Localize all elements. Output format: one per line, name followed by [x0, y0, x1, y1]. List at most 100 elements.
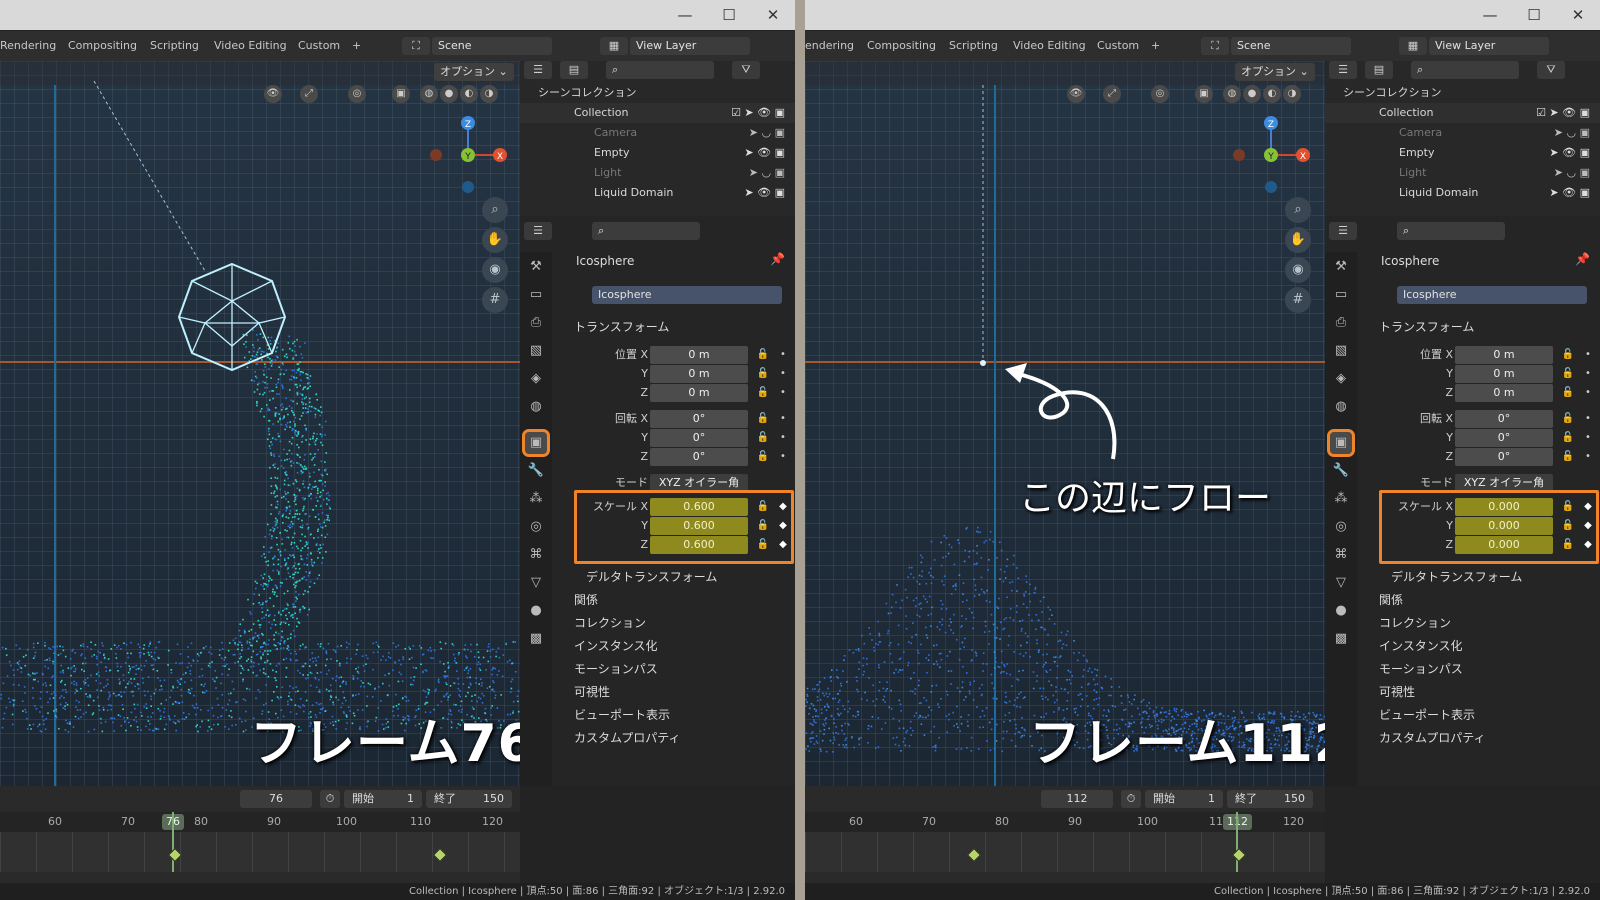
section-instancing[interactable]: インスタンス化: [1357, 635, 1600, 657]
tab-scripting[interactable]: Scripting: [150, 39, 199, 55]
section-viewport-display[interactable]: ビューポート表示: [1357, 704, 1600, 726]
rotation-mode-dropdown[interactable]: XYZ オイラー角: [1455, 474, 1553, 492]
scene-field[interactable]: Scene: [432, 37, 552, 55]
object-name-field[interactable]: Icosphere: [592, 286, 782, 304]
data-tab-icon[interactable]: ▽: [1330, 572, 1352, 594]
tab-custom[interactable]: Custom: [298, 39, 340, 55]
scene-icon[interactable]: ⛶: [402, 37, 430, 55]
empty-visibility-icon[interactable]: ➤ 👁 ▣: [1549, 143, 1590, 163]
display-mode-icon[interactable]: ▤: [1365, 61, 1393, 79]
end-frame-field[interactable]: 終了 150: [426, 790, 512, 808]
particles-tab-icon[interactable]: ⁂: [525, 488, 547, 510]
outliner-item-empty[interactable]: Empty ➤ 👁 ▣: [1325, 143, 1600, 163]
render-tab-icon[interactable]: ▭: [1330, 284, 1352, 306]
lock-icon[interactable]: 🔓: [756, 536, 770, 554]
outliner-item-light[interactable]: Light ➤ ◡ ▣: [520, 163, 795, 183]
current-frame-field[interactable]: 76: [240, 790, 312, 808]
section-relations[interactable]: 関係: [552, 589, 795, 611]
start-frame-field[interactable]: 開始 1: [1145, 790, 1223, 808]
rotation-y-field[interactable]: 0°: [1455, 429, 1553, 447]
section-custom-properties[interactable]: カスタムプロパティ: [552, 727, 795, 749]
lock-icon[interactable]: 🔓: [1561, 429, 1575, 447]
props-editor-type-icon[interactable]: ☰: [524, 222, 552, 240]
start-frame-field[interactable]: 開始 1: [344, 790, 422, 808]
eye-icon[interactable]: ☑ ➤ 👁 ▣: [1536, 103, 1590, 123]
lock-icon[interactable]: 🔓: [1561, 536, 1575, 554]
empty-visibility-icon[interactable]: ➤ 👁 ▣: [744, 143, 785, 163]
section-viewport-display[interactable]: ビューポート表示: [552, 704, 795, 726]
keyframe-dot-icon[interactable]: •: [776, 429, 790, 447]
section-visibility[interactable]: 可視性: [552, 681, 795, 703]
keyframe-dot-icon[interactable]: •: [1581, 429, 1595, 447]
camera-view-icon[interactable]: ◉: [482, 257, 508, 283]
rotation-z-field[interactable]: 0°: [1455, 448, 1553, 466]
location-x-field[interactable]: 0 m: [1455, 346, 1553, 364]
keyframe-dot-icon[interactable]: •: [776, 410, 790, 428]
data-tab-icon[interactable]: ▽: [525, 572, 547, 594]
rotation-z-field[interactable]: 0°: [650, 448, 748, 466]
zoom-icon[interactable]: ⌕: [1285, 197, 1311, 223]
object-name-field[interactable]: Icosphere: [1397, 286, 1587, 304]
modifier-tab-icon[interactable]: 🔧: [1330, 460, 1352, 482]
lock-icon[interactable]: 🔓: [1561, 365, 1575, 383]
outliner-item-camera[interactable]: Camera ➤ ◡ ▣: [1325, 123, 1600, 143]
texture-tab-icon[interactable]: ▩: [1330, 628, 1352, 650]
filter-icon[interactable]: ⛛: [732, 61, 760, 79]
tool-tab-icon[interactable]: ⚒: [525, 256, 547, 278]
outliner-search-icon[interactable]: ⌕: [1411, 61, 1519, 79]
tab-rendering[interactable]: endering: [805, 39, 854, 55]
view-layer-icon[interactable]: ▦: [600, 37, 628, 55]
location-y-field[interactable]: 0 m: [1455, 365, 1553, 383]
location-x-field[interactable]: 0 m: [650, 346, 748, 364]
scene-collection-row[interactable]: シーンコレクション: [520, 83, 795, 103]
object-properties-icon[interactable]: ▣: [1327, 429, 1355, 457]
3d-viewport[interactable]: オプション ⌄ 👁 ⤢ ◎ ▣ ◍ ● ◐ ◑ Z X Y ⌕ ✋ ◉ # この…: [805, 61, 1325, 786]
keyframe-dot-icon[interactable]: •: [776, 365, 790, 383]
transform-section-header[interactable]: トランスフォーム: [552, 316, 795, 338]
camera-icon[interactable]: ➤ ◡ ▣: [1554, 123, 1590, 143]
scene-icon[interactable]: ⛶: [1201, 37, 1229, 55]
tab-video-editing[interactable]: Video Editing: [1013, 39, 1086, 55]
section-motion-paths[interactable]: モーションパス: [1357, 658, 1600, 680]
material-tab-icon[interactable]: ●: [1330, 600, 1352, 622]
collection-row[interactable]: Collection ☑ ➤ 👁 ▣: [520, 103, 795, 123]
playhead-line[interactable]: [1236, 812, 1238, 872]
scene-field[interactable]: Scene: [1231, 37, 1351, 55]
end-frame-field[interactable]: 終了 150: [1227, 790, 1313, 808]
outliner-item-liquid-domain[interactable]: Liquid Domain ➤ 👁 ▣: [520, 183, 795, 203]
scale-z-field[interactable]: 0.000: [1455, 536, 1553, 554]
section-delta-transform[interactable]: デルタトランスフォーム: [1357, 566, 1600, 588]
close-icon[interactable]: ✕: [762, 4, 784, 26]
light-visibility-icon[interactable]: ➤ ◡ ▣: [749, 163, 785, 183]
modifier-tab-icon[interactable]: 🔧: [525, 460, 547, 482]
transform-section-header[interactable]: トランスフォーム: [1357, 316, 1600, 338]
ortho-grid-icon[interactable]: #: [482, 287, 508, 313]
camera-view-icon[interactable]: ◉: [1285, 257, 1311, 283]
3d-viewport[interactable]: オプション ⌄ 👁 ⤢ ◎ ▣ ◍ ● ◐ ◑ Z X Y ⌕ ✋ ◉ # フレ…: [0, 61, 520, 786]
object-properties-icon[interactable]: ▣: [522, 429, 550, 457]
keyframe-dot-icon[interactable]: •: [1581, 410, 1595, 428]
constraints-tab-icon[interactable]: ⌘: [1330, 544, 1352, 566]
physics-tab-icon[interactable]: ◎: [525, 516, 547, 538]
outliner-item-empty[interactable]: Empty ➤ 👁 ▣: [520, 143, 795, 163]
tab-compositing[interactable]: Compositing: [68, 39, 137, 55]
section-instancing[interactable]: インスタンス化: [552, 635, 795, 657]
scene-tab-icon[interactable]: ◈: [1330, 368, 1352, 390]
editor-type-icon[interactable]: ☰: [524, 61, 552, 79]
rotation-x-field[interactable]: 0°: [1455, 410, 1553, 428]
view-layer-field[interactable]: View Layer: [1429, 37, 1549, 55]
keyframe-icon[interactable]: ◆: [1581, 517, 1595, 535]
pan-hand-icon[interactable]: ✋: [482, 227, 508, 253]
scene-tab-icon[interactable]: ◈: [525, 368, 547, 390]
section-delta-transform[interactable]: デルタトランスフォーム: [552, 566, 795, 588]
keyframe-dot-icon[interactable]: •: [1581, 365, 1595, 383]
keyframe-dot-icon[interactable]: •: [1581, 384, 1595, 402]
editor-type-icon[interactable]: ☰: [1329, 61, 1357, 79]
keyframe-icon[interactable]: ◆: [1581, 536, 1595, 554]
close-icon[interactable]: ✕: [1567, 4, 1589, 26]
scale-z-field[interactable]: 0.600: [650, 536, 748, 554]
current-frame-field[interactable]: 112: [1041, 790, 1113, 808]
keyframe-dot-icon[interactable]: •: [1581, 448, 1595, 466]
view-layer-icon[interactable]: ▦: [1399, 37, 1427, 55]
outliner-search-icon[interactable]: ⌕: [606, 61, 714, 79]
